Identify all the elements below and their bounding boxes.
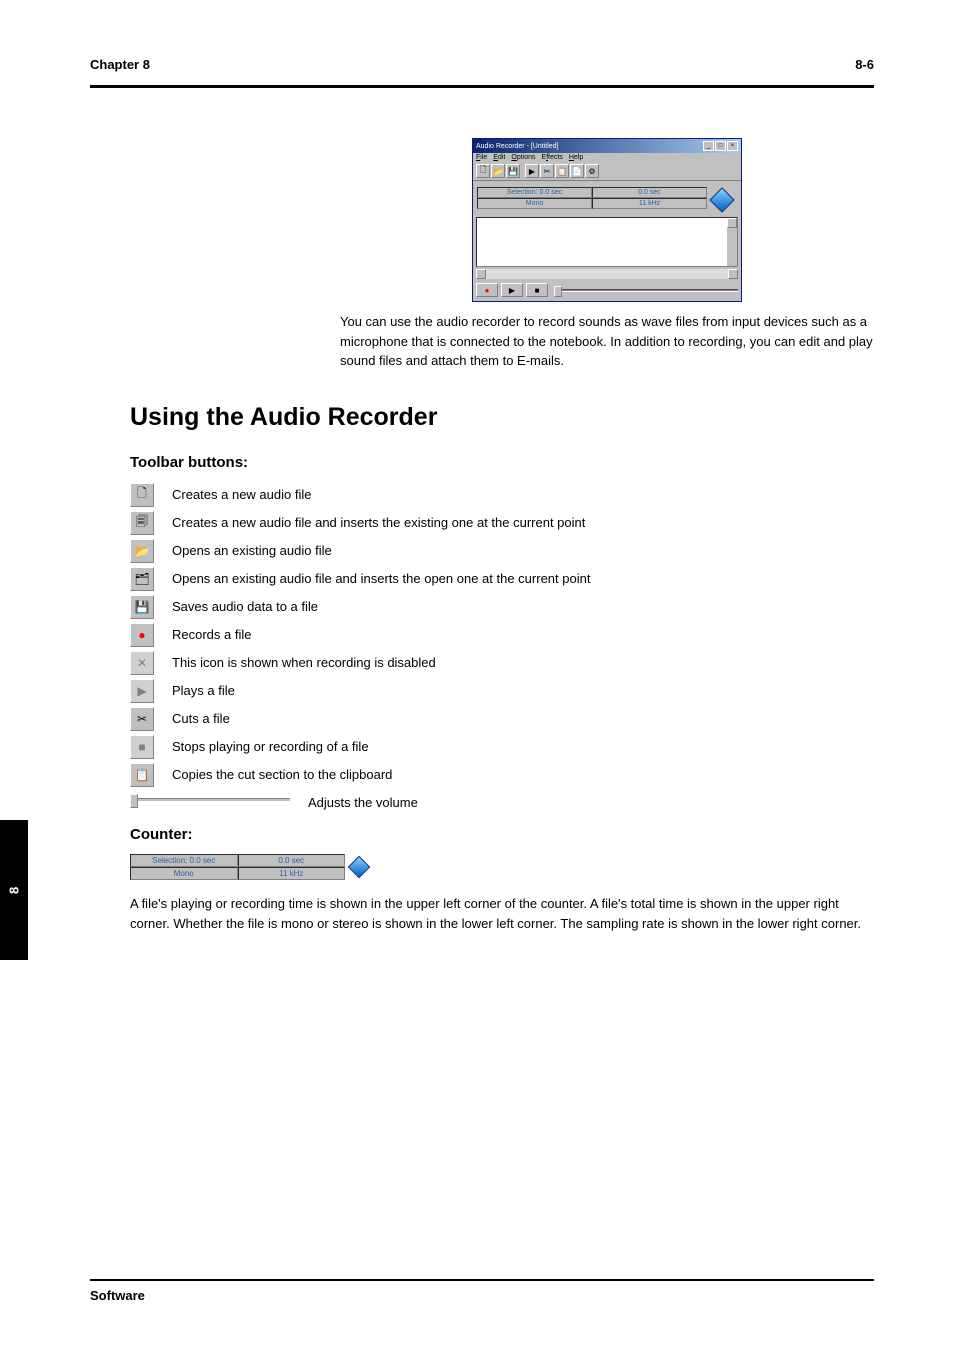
position-slider[interactable] <box>554 289 738 292</box>
cut-icon: ✂ <box>130 707 154 731</box>
new-icon[interactable]: 🗋 <box>476 164 490 178</box>
menu-effects[interactable]: Effects <box>542 154 563 161</box>
counter-mono: Mono <box>130 867 238 880</box>
footer-text: Software <box>90 1288 145 1303</box>
chapter-title: Chapter 8 <box>90 57 150 72</box>
play-icon: ▶ <box>130 679 154 703</box>
menu-edit[interactable]: Edit <box>493 154 505 161</box>
open-icon[interactable]: 📂 <box>491 164 505 178</box>
stop-button[interactable]: ■ <box>526 283 548 297</box>
vertical-scrollbar[interactable] <box>727 218 737 266</box>
selection-cell: Selection: 0.0 sec <box>477 187 592 198</box>
rate-cell: 11 kHz <box>592 198 707 209</box>
copy-tb-icon[interactable]: 📋 <box>555 164 569 178</box>
cut-tb-icon[interactable]: ✂ <box>540 164 554 178</box>
volume-slider[interactable] <box>130 798 290 802</box>
footer-rule <box>90 1279 874 1281</box>
stop-label: Stops playing or recording of a file <box>172 739 369 754</box>
counter-duration: 0.0 sec <box>238 854 346 867</box>
new-file-label: Creates a new audio file <box>172 487 311 502</box>
menu-help[interactable]: Help <box>569 154 583 161</box>
counter-paragraph: A file's playing or recording time is sh… <box>130 894 874 933</box>
titlebar: Audio Recorder - [Untitled] _ □ × <box>473 139 741 153</box>
mono-cell: Mono <box>477 198 592 209</box>
duration-cell: 0.0 sec <box>592 187 707 198</box>
section-heading: Using the Audio Recorder <box>130 399 874 437</box>
play-tb-icon[interactable]: ▶ <box>525 164 539 178</box>
play-label: Plays a file <box>172 683 235 698</box>
play-button[interactable]: ▶ <box>501 283 523 297</box>
counter-diamond-icon <box>348 856 371 879</box>
diamond-icon <box>709 187 734 212</box>
record-disabled-label: This icon is shown when recording is dis… <box>172 655 436 670</box>
copy-icon: 📋 <box>130 763 154 787</box>
maximize-icon[interactable]: □ <box>715 141 726 151</box>
counter-rate: 11 kHz <box>238 867 346 880</box>
waveform-area <box>476 217 738 267</box>
new-insert-label: Creates a new audio file and inserts the… <box>172 515 585 530</box>
open-insert-label: Opens an existing audio file and inserts… <box>172 571 590 586</box>
record-button[interactable]: ● <box>476 283 498 297</box>
extra-tb-icon[interactable]: ⚙ <box>585 164 599 178</box>
record-label: Records a file <box>172 627 251 642</box>
menu-file[interactable]: File <box>476 154 487 161</box>
close-icon[interactable]: × <box>727 141 738 151</box>
save-icon[interactable]: 💾 <box>506 164 520 178</box>
save-file-label: Saves audio data to a file <box>172 599 318 614</box>
counter-demo: Selection: 0.0 sec 0.0 sec Mono 11 kHz <box>130 854 370 880</box>
page-number: 8-6 <box>855 57 874 72</box>
save-file-icon: 💾 <box>130 595 154 619</box>
app-screenshot: Audio Recorder - [Untitled] _ □ × File E… <box>472 138 742 302</box>
open-insert-icon: 🗂 <box>130 567 154 591</box>
paste-tb-icon[interactable]: 📄 <box>570 164 584 178</box>
copy-label: Copies the cut section to the clipboard <box>172 767 392 782</box>
volume-label: Adjusts the volume <box>308 795 418 810</box>
intro-paragraph: You can use the audio recorder to record… <box>340 312 874 371</box>
new-file-icon: 🗋 <box>130 483 154 507</box>
record-icon: ● <box>130 623 154 647</box>
menu-options[interactable]: Options <box>511 154 535 161</box>
menubar: File Edit Options Effects Help <box>473 153 741 162</box>
toolbar-heading: Toolbar buttons: <box>130 452 874 475</box>
toolbar: 🗋 📂 💾 ▶ ✂ 📋 📄 ⚙ <box>473 162 741 181</box>
side-tab: 8 <box>0 820 28 960</box>
new-insert-icon: 🗐 <box>130 511 154 535</box>
counter-selection: Selection: 0.0 sec <box>130 854 238 867</box>
counter-heading: Counter: <box>130 824 874 847</box>
record-disabled-icon: ✕ <box>130 651 154 675</box>
header-rule <box>90 85 874 88</box>
status-table: Selection: 0.0 sec 0.0 sec Mono 11 kHz <box>477 187 707 209</box>
open-file-label: Opens an existing audio file <box>172 543 332 558</box>
app-title: Audio Recorder - [Untitled] <box>476 143 558 150</box>
minimize-icon[interactable]: _ <box>703 141 714 151</box>
horizontal-scrollbar[interactable] <box>476 269 738 279</box>
stop-icon: ■ <box>130 735 154 759</box>
cut-label: Cuts a file <box>172 711 230 726</box>
open-file-icon: 📂 <box>130 539 154 563</box>
